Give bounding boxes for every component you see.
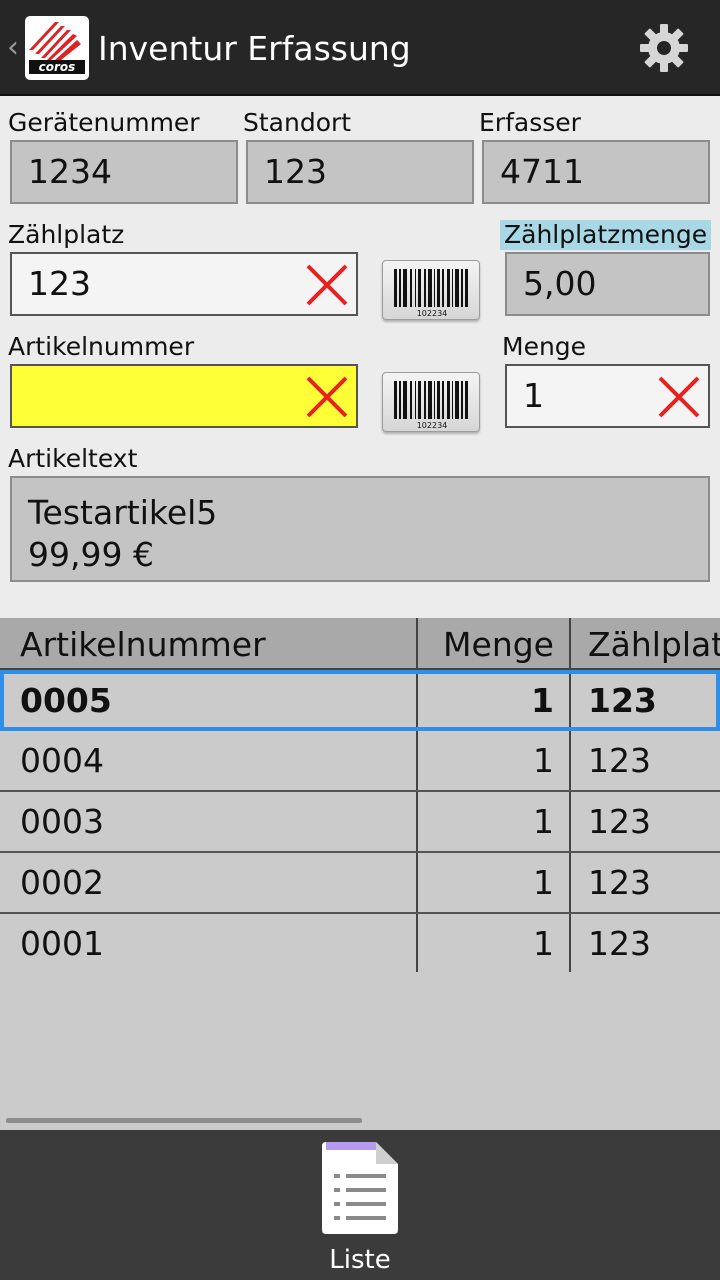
- table-row-selected[interactable]: 0005 1 123: [0, 670, 720, 731]
- table-header: Artikelnummer Menge Zählplatz: [0, 618, 720, 670]
- zaehlplatzmenge-field: 5,00: [505, 252, 710, 316]
- table-row[interactable]: 0004 1 123: [0, 731, 720, 792]
- erfasser-label: Erfasser: [479, 108, 581, 137]
- zaehlplatz-input[interactable]: 123: [10, 252, 358, 316]
- svg-text:102234: 102234: [417, 421, 448, 429]
- action-bar: ‹ coros Inventur Erfassung: [0, 0, 720, 96]
- bottom-bar: Liste: [0, 1130, 720, 1280]
- logo-icon[interactable]: coros: [25, 16, 89, 80]
- geraetenummer-label: Gerätenummer: [8, 108, 200, 137]
- cell-zaehlplatz: 123: [588, 802, 651, 841]
- svg-text:102234: 102234: [417, 309, 448, 317]
- zaehlplatz-label: Zählplatz: [8, 220, 125, 249]
- list-document-icon: [322, 1142, 398, 1234]
- header-artikelnummer[interactable]: Artikelnummer: [20, 618, 266, 670]
- menge-label: Menge: [502, 332, 587, 361]
- table-row[interactable]: 0002 1 123: [0, 853, 720, 914]
- barcode-icon: 102234: [394, 269, 468, 317]
- scan-artikelnummer-button[interactable]: 102234: [382, 372, 480, 432]
- cell-zaehlplatz: 123: [588, 863, 651, 902]
- cell-artikelnummer: 0003: [20, 802, 104, 841]
- table-row[interactable]: 0003 1 123: [0, 792, 720, 853]
- artikeltext-line1: Testartikel5: [28, 493, 218, 532]
- scan-zaehlplatz-button[interactable]: 102234: [382, 260, 480, 320]
- table-row[interactable]: 0001 1 123: [0, 914, 720, 975]
- gear-icon[interactable]: [638, 22, 690, 74]
- cell-artikelnummer: 0002: [20, 863, 104, 902]
- clear-x-icon[interactable]: [304, 262, 350, 308]
- cell-menge: 1: [533, 802, 554, 841]
- app-title: Inventur Erfassung: [98, 29, 411, 68]
- standort-label: Standort: [243, 108, 352, 137]
- menge-input[interactable]: 1: [505, 364, 710, 428]
- menge-value: 1: [523, 376, 544, 415]
- zaehlplatzmenge-label: Zählplatzmenge: [500, 220, 712, 250]
- artikelnummer-input[interactable]: [10, 364, 358, 428]
- svg-text:coros: coros: [39, 60, 76, 74]
- artikel-table[interactable]: Artikelnummer Menge Zählplatz 0005 1 123…: [0, 618, 720, 1130]
- cell-artikelnummer: 0001: [20, 924, 104, 963]
- artikeltext-label: Artikeltext: [8, 444, 138, 473]
- cell-artikelnummer: 0005: [20, 681, 112, 720]
- artikelnummer-label: Artikelnummer: [8, 332, 195, 361]
- cell-zaehlplatz: 123: [588, 681, 657, 720]
- artikeltext-line2: 99,99 €: [28, 535, 154, 574]
- cell-menge: 1: [533, 924, 554, 963]
- clear-x-icon[interactable]: [656, 374, 702, 420]
- erfasser-field: 4711: [482, 140, 710, 204]
- horizontal-scrollbar[interactable]: [6, 1118, 362, 1123]
- artikeltext-field: Testartikel5 99,99 €: [10, 476, 710, 582]
- liste-label: Liste: [329, 1245, 391, 1275]
- cell-menge: 1: [533, 741, 554, 780]
- cell-menge: 1: [531, 681, 554, 720]
- clear-x-icon[interactable]: [304, 374, 350, 420]
- standort-field: 123: [246, 140, 474, 204]
- header-menge[interactable]: Menge: [418, 618, 554, 670]
- cell-zaehlplatz: 123: [588, 924, 651, 963]
- cell-menge: 1: [533, 863, 554, 902]
- zaehlplatz-value: 123: [28, 264, 91, 303]
- cell-artikelnummer: 0004: [20, 741, 104, 780]
- cell-zaehlplatz: 123: [588, 741, 651, 780]
- barcode-icon: 102234: [394, 381, 468, 429]
- back-chevron-icon[interactable]: ‹: [7, 30, 19, 66]
- header-zaehlplatz[interactable]: Zählplatz: [588, 618, 720, 670]
- geraetenummer-field: 1234: [10, 140, 238, 204]
